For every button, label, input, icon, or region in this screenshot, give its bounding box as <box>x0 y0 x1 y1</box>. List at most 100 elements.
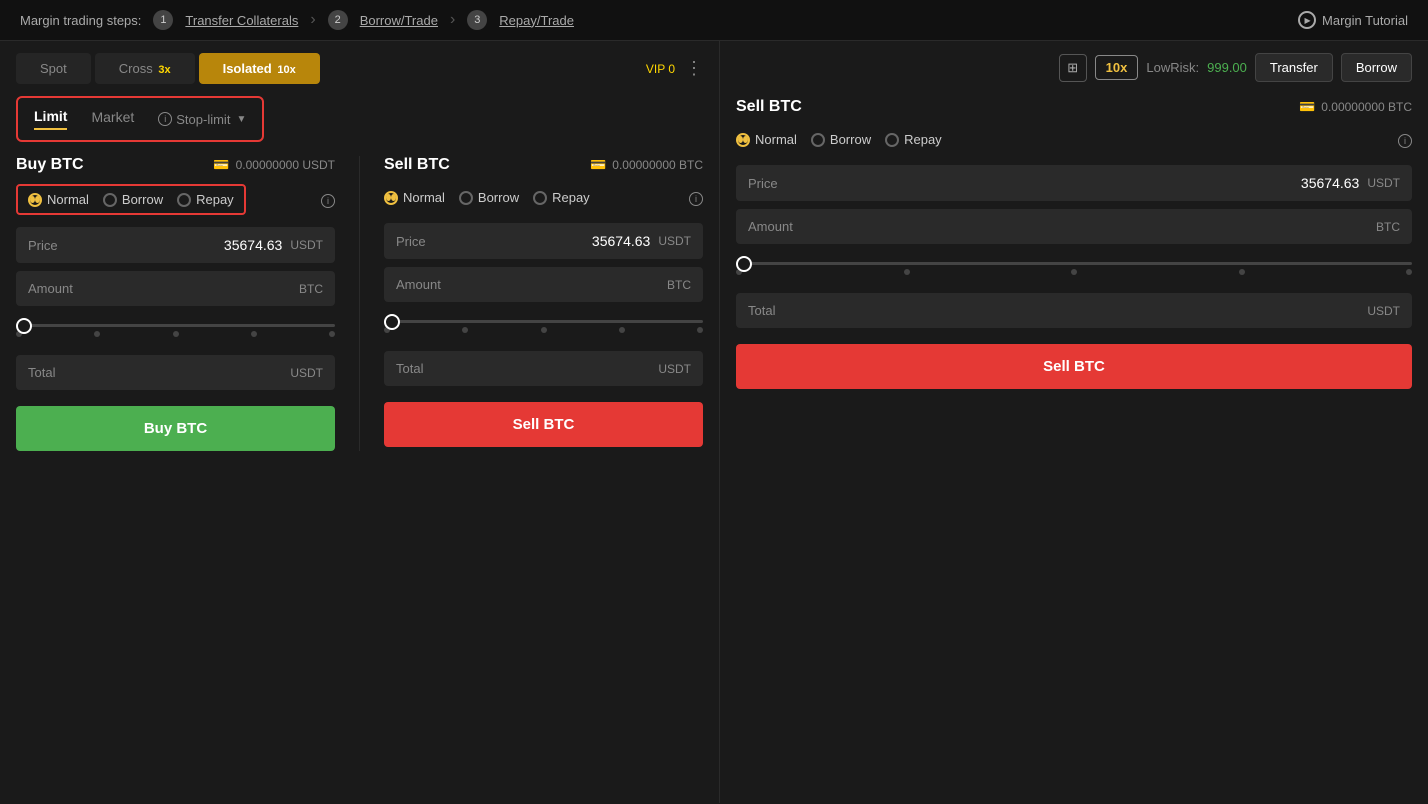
left-panel: Spot Cross 3x Isolated 10x VIP 0 ⋮ Limit… <box>0 41 720 803</box>
calculator-icon[interactable]: ⊞ <box>1059 54 1087 82</box>
step3-num: 3 <box>467 10 487 30</box>
buy-normal-label: Normal <box>47 192 89 207</box>
tab-market[interactable]: Market <box>91 109 134 129</box>
right-sell-total-field[interactable]: Total USDT <box>736 293 1412 328</box>
sell-price-value-group: 35674.63 USDT <box>592 233 691 249</box>
sell-price-currency: USDT <box>658 234 691 248</box>
buy-price-field[interactable]: Price 35674.63 USDT <box>16 227 335 263</box>
right-sell-borrow-radio <box>811 133 825 147</box>
right-sell-mode-borrow[interactable]: Borrow <box>811 132 871 147</box>
buy-title: Buy BTC <box>16 156 84 174</box>
trade-panels: Buy BTC 💳 0.00000000 USDT Normal <box>16 156 703 451</box>
arrow1: › <box>310 11 315 29</box>
right-sell-price-currency: USDT <box>1367 176 1400 190</box>
sell-mode-info-icon[interactable]: i <box>689 192 703 206</box>
sell-amount-label: Amount <box>396 277 441 292</box>
buy-total-label: Total <box>28 365 55 380</box>
cross-leverage: 3x <box>158 64 170 76</box>
order-type-section: Limit Market i Stop-limit ▼ <box>16 96 264 142</box>
sell-amount-value-group: BTC <box>667 278 691 292</box>
right-sell-dot-50 <box>1071 269 1077 275</box>
right-sell-slider-dots <box>736 269 1412 275</box>
right-sell-normal-radio <box>736 133 750 147</box>
buy-panel-header: Buy BTC 💳 0.00000000 USDT <box>16 156 335 174</box>
sell-dot-25 <box>462 327 468 333</box>
right-sell-title: Sell BTC <box>736 98 802 116</box>
buy-total-field[interactable]: Total USDT <box>16 355 335 390</box>
sell-button[interactable]: Sell BTC <box>384 402 703 447</box>
sell-mode-normal[interactable]: Normal <box>384 190 445 205</box>
leverage-button[interactable]: 10x <box>1095 55 1139 80</box>
sell-total-label: Total <box>396 361 423 376</box>
buy-mode-repay[interactable]: Repay <box>177 192 234 207</box>
lowrisk-value: 999.00 <box>1207 60 1247 75</box>
step3-link[interactable]: Repay/Trade <box>499 13 574 28</box>
sell-mode-repay[interactable]: Repay <box>533 190 590 205</box>
sell-total-value-group: USDT <box>658 362 691 376</box>
sell-amount-field[interactable]: Amount BTC <box>384 267 703 302</box>
buy-mode-info-icon[interactable]: i <box>321 194 335 208</box>
sell-wallet-icon: 💳 <box>590 157 606 173</box>
buy-button[interactable]: Buy BTC <box>16 406 335 451</box>
tutorial-label: Margin Tutorial <box>1322 13 1408 28</box>
vip-badge: VIP 0 <box>646 62 675 76</box>
vip-area: VIP 0 ⋮ <box>646 58 703 79</box>
tab-stop-limit[interactable]: i Stop-limit ▼ <box>158 112 246 127</box>
buy-normal-radio <box>28 193 42 207</box>
tab-spot[interactable]: Spot <box>16 53 91 84</box>
buy-repay-label: Repay <box>196 192 234 207</box>
sell-price-label: Price <box>396 234 426 249</box>
step1-num: 1 <box>153 10 173 30</box>
step1-link[interactable]: Transfer Collaterals <box>185 13 298 28</box>
tab-cross[interactable]: Cross 3x <box>95 53 195 84</box>
right-sell-order-mode-row: Normal Borrow Repay i <box>736 126 1412 153</box>
buy-dot-100 <box>329 331 335 337</box>
buy-slider[interactable] <box>16 314 335 347</box>
right-sell-balance: 💳 0.00000000 BTC <box>1299 99 1412 115</box>
right-sell-price-field[interactable]: Price 35674.63 USDT <box>736 165 1412 201</box>
isolated-leverage: 10x <box>277 64 295 76</box>
sell-mode-borrow[interactable]: Borrow <box>459 190 519 205</box>
step2-num: 2 <box>328 10 348 30</box>
sell-slider-track <box>384 320 703 323</box>
margin-steps-label: Margin trading steps: <box>20 13 141 28</box>
right-sell-price-label: Price <box>748 176 778 191</box>
margin-tutorial[interactable]: Margin Tutorial <box>1298 11 1408 29</box>
sell-repay-label: Repay <box>552 190 590 205</box>
sell-total-currency: USDT <box>658 362 691 376</box>
buy-total-value-group: USDT <box>290 366 323 380</box>
trading-main: Spot Cross 3x Isolated 10x VIP 0 ⋮ Limit… <box>0 41 1428 803</box>
right-sell-normal-label: Normal <box>755 132 797 147</box>
transfer-button[interactable]: Transfer <box>1255 53 1333 82</box>
sell-slider-thumb <box>384 314 400 330</box>
right-sell-slider-track <box>736 262 1412 265</box>
buy-slider-dots <box>16 331 335 337</box>
sell-total-field[interactable]: Total USDT <box>384 351 703 386</box>
buy-price-label: Price <box>28 238 58 253</box>
borrow-button[interactable]: Borrow <box>1341 53 1412 82</box>
buy-amount-label: Amount <box>28 281 73 296</box>
sell-amount-currency: BTC <box>667 278 691 292</box>
buy-amount-field[interactable]: Amount BTC <box>16 271 335 306</box>
buy-mode-borrow[interactable]: Borrow <box>103 192 163 207</box>
right-sell-balance-value: 0.00000000 BTC <box>1321 100 1412 114</box>
right-sell-info-icon[interactable]: i <box>1398 134 1412 148</box>
right-sell-button[interactable]: Sell BTC <box>736 344 1412 389</box>
right-sell-mode-normal[interactable]: Normal <box>736 132 797 147</box>
sell-normal-radio <box>384 191 398 205</box>
right-sell-borrow-label: Borrow <box>830 132 871 147</box>
more-icon[interactable]: ⋮ <box>685 58 703 79</box>
sell-price-field[interactable]: Price 35674.63 USDT <box>384 223 703 259</box>
play-icon <box>1298 11 1316 29</box>
right-sell-amount-field[interactable]: Amount BTC <box>736 209 1412 244</box>
sell-normal-label: Normal <box>403 190 445 205</box>
right-sell-slider[interactable] <box>736 252 1412 285</box>
sell-balance-info: 💳 0.00000000 BTC <box>590 157 703 173</box>
tab-isolated[interactable]: Isolated 10x <box>199 53 320 84</box>
right-sell-mode-repay[interactable]: Repay <box>885 132 942 147</box>
step2-link[interactable]: Borrow/Trade <box>360 13 438 28</box>
sell-slider[interactable] <box>384 310 703 343</box>
panel-divider <box>359 156 360 451</box>
buy-mode-normal[interactable]: Normal <box>28 192 89 207</box>
tab-limit[interactable]: Limit <box>34 108 67 130</box>
